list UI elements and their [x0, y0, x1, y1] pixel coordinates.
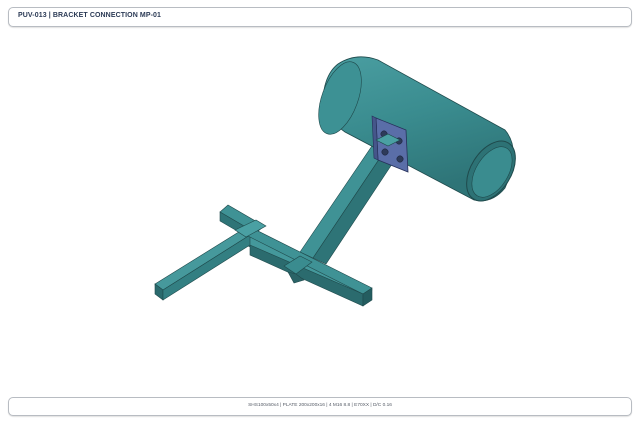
pipe-member	[318, 56, 516, 202]
model-viewport[interactable]	[0, 0, 640, 427]
spec-bar: SHS100x50x4 | PLATE 200x200x16 | 4 M16 8…	[8, 397, 632, 416]
member-specs: SHS100x50x4 | PLATE 200x200x16 | 4 M16 8…	[248, 403, 392, 408]
